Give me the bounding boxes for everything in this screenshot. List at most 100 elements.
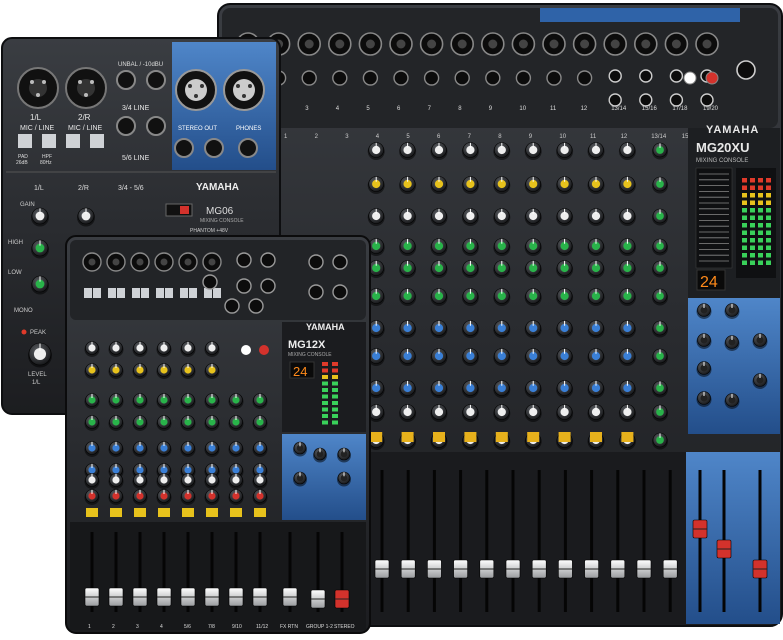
meter-led [750,238,755,243]
knob-icon [587,176,605,194]
mg06-input-label-2: 2/R [78,113,91,122]
knob-icon [696,303,712,319]
mg06-input-label-56: 5/6 LINE [122,155,150,162]
knob-icon [180,363,196,379]
knob-icon [556,380,574,398]
knob-icon [367,208,385,226]
knob-icon [430,208,448,226]
knob-icon [132,441,148,457]
knob-icon [399,208,417,226]
knob-icon [84,363,100,379]
knob-icon [399,142,417,160]
knob-icon [228,489,244,505]
mg06-stereo-out-label: STEREO OUT [178,126,217,132]
switch-icon [108,288,116,298]
meter-led [322,368,328,373]
meter-led [766,238,771,243]
knob-icon [461,288,479,306]
switch-icon [180,288,188,298]
knob-icon [252,393,268,409]
knob-icon [132,393,148,409]
meter-led [750,215,755,220]
knob-icon [430,238,448,256]
mg06-hpf-value: 80Hz [40,160,52,166]
knob-icon [399,238,417,256]
knob-icon [399,320,417,338]
knob-icon [204,363,220,379]
meter-led [332,407,338,412]
gain-knob-icon [77,207,95,227]
mg12x-channel-label: 9/10 [232,624,242,630]
mg12x-group-label: GROUP 1-2 [306,624,333,630]
knob-icon [430,348,448,366]
knob-icon [696,391,712,407]
switch-icon [93,288,101,298]
knob-icon [618,348,636,366]
line-jack-icon [301,70,317,86]
knob-icon [430,380,448,398]
knob-icon [156,489,172,505]
knob-icon [461,238,479,256]
line-jack-icon [260,278,276,294]
mg06-xlr-jack-1 [17,67,59,109]
knob-icon [132,489,148,505]
knob-icon [752,333,768,349]
knob-icon [493,176,511,194]
meter-led [758,208,763,213]
knob-icon [618,208,636,226]
line-jack-icon [393,70,409,86]
eq-knob-icon [31,239,49,259]
knob-icon [652,176,668,194]
knob-icon [108,363,124,379]
knob-icon [108,473,124,489]
mg20xu-channel-label: 10 [559,134,566,140]
knob-icon [524,320,542,338]
knob-icon [132,415,148,431]
mg20xu-display-value: 24 [700,274,718,291]
meter-led [766,260,771,265]
meter-led [332,388,338,392]
knob-icon [228,393,244,409]
knob-icon [313,447,327,463]
line-jack-icon [236,252,252,268]
rca-jack-icon [241,345,251,355]
mg20xu-subtitle: MIXING CONSOLE [696,158,748,164]
mute-button [86,508,98,517]
knob-icon [618,380,636,398]
line-jack-icon [308,284,324,300]
switch-icon [165,288,173,298]
meter-led [742,230,747,235]
line-jack-icon [669,69,684,83]
meter-led [322,388,328,392]
knob-icon [108,441,124,457]
line-jack-icon [236,278,252,294]
mg06-unbal-label: UNBAL / -10dBU [118,62,163,68]
mute-button [464,432,477,442]
knob-icon [204,341,220,357]
knob-icon [652,320,668,338]
mg06-subtitle: MIXING CONSOLE [200,218,244,224]
knob-icon [652,142,668,160]
switch-icon [84,288,92,298]
knob-icon [252,473,268,489]
mute-button [230,508,242,517]
knob-icon [587,380,605,398]
mg06-xlr-out-l [175,69,217,111]
meter-led [766,230,771,235]
knob-icon [461,260,479,278]
knob-icon [132,363,148,379]
mute-button [182,508,194,517]
mg20xu-top-blue-accent [540,8,740,22]
knob-icon [204,415,220,431]
knob-icon [84,415,100,431]
knob-icon [524,238,542,256]
knob-icon [156,363,172,379]
meter-led [750,230,755,235]
knob-icon [399,404,417,422]
knob-icon [399,176,417,194]
mg06-input-label-1: 1/L [30,113,42,122]
line-jack-icon [362,70,379,86]
meter-led [742,253,747,258]
knob-icon [108,415,124,431]
mg20xu-channel-label: 13/14 [651,134,667,140]
